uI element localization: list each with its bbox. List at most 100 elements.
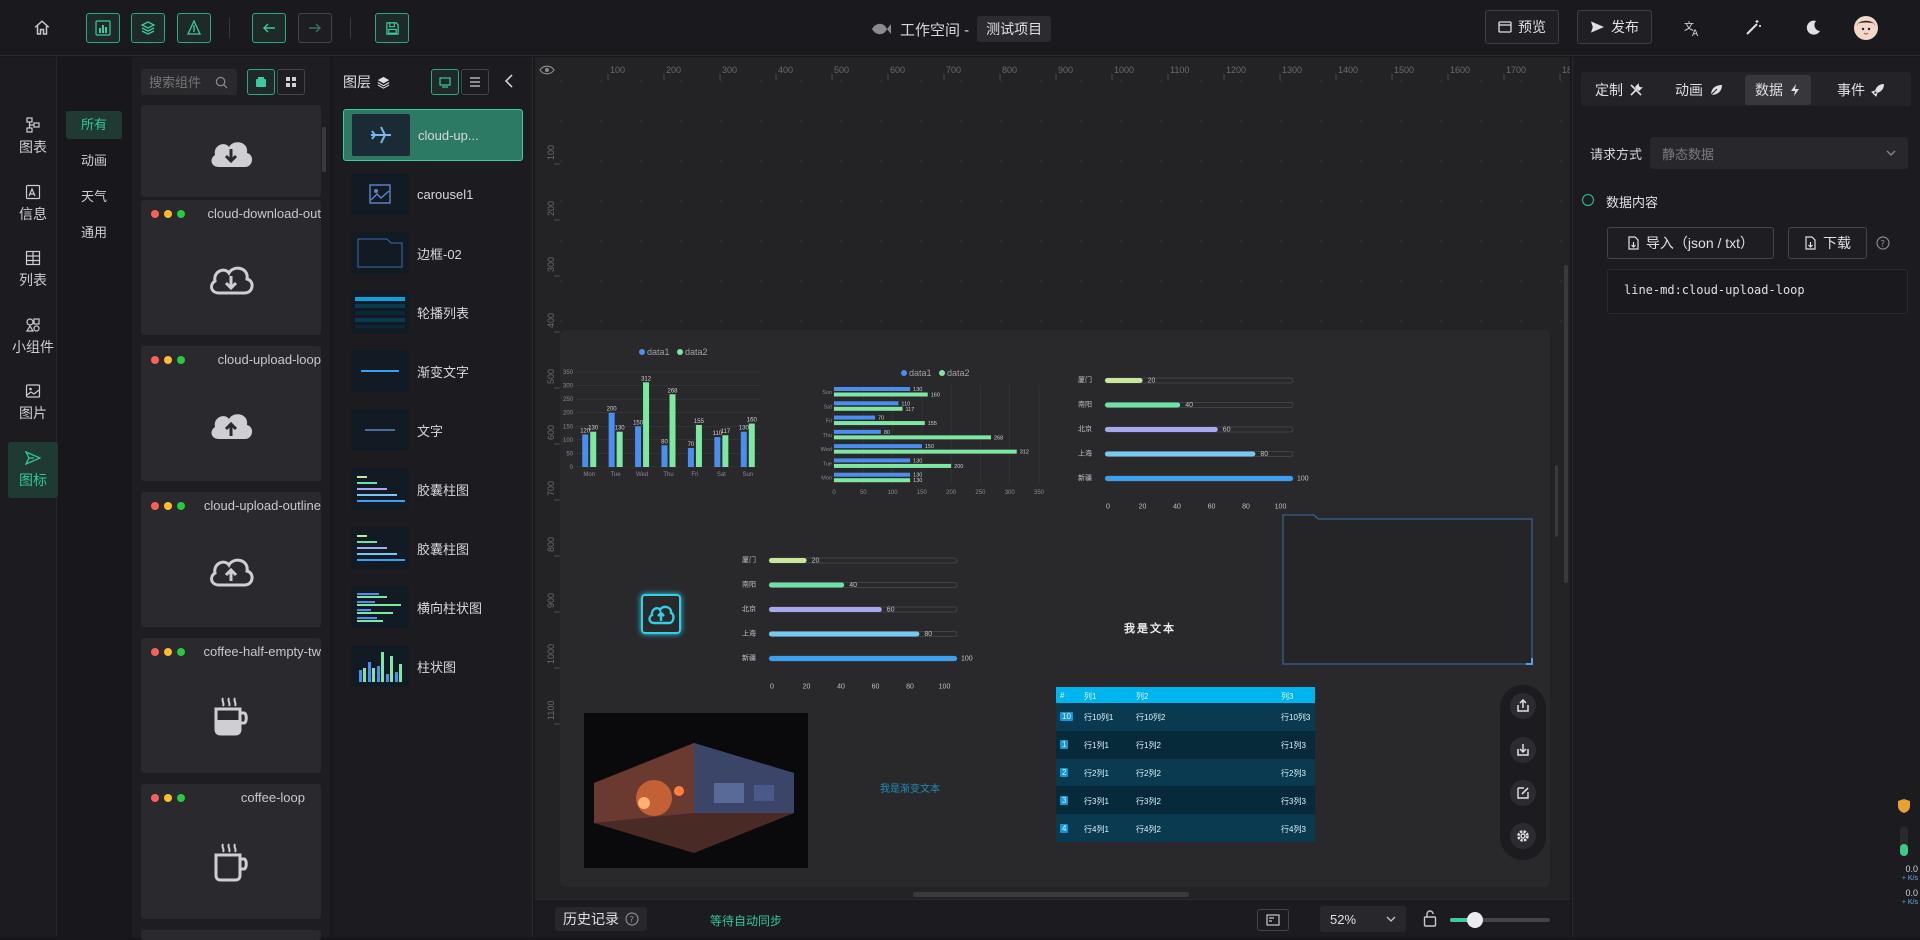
lock-icon[interactable] [1423,909,1437,927]
table-row[interactable]: 1 行1列1 行1列2 行1列3 [1056,730,1315,759]
gradient-text-widget[interactable]: 我是渐变文本 [860,780,960,795]
import-icon[interactable] [1510,737,1536,763]
magic-wand-icon[interactable] [1736,13,1770,43]
carousel-image[interactable] [584,713,808,868]
rail-item-image[interactable]: 图片 [8,375,58,431]
component-card[interactable]: cloud-upload-outline [141,492,321,627]
moon-icon[interactable] [1796,13,1830,43]
tab-data[interactable]: 数据 [1745,75,1811,105]
x-tick-label: 20 [1139,504,1147,511]
y-tick-label: 250 [563,397,574,403]
layers-toggle-button[interactable] [131,13,165,43]
layer-item[interactable]: 轮播列表 [343,286,523,338]
rail-item-icon[interactable]: 图标 [8,442,58,498]
zoom-slider-knob[interactable] [1467,912,1483,928]
tab-customize[interactable]: 定制 [1585,75,1653,105]
undo-button[interactable] [252,13,286,43]
table-row[interactable]: 2 行2列1 行2列2 行2列3 [1056,758,1315,787]
data-label: 312 [1020,450,1029,456]
tab-animation[interactable]: 动画 [1665,75,1733,105]
save-button[interactable] [375,13,409,43]
capsule-chart[interactable]: 厦门 20 南阳 40 北京 60 上海 80 新疆 100 0 20 40 60 80 100 [742,550,987,690]
component-card[interactable]: cloud-upload-loop [141,346,321,481]
board-scrollbar[interactable] [1555,465,1558,537]
text-widget[interactable]: 我是文本 [1100,620,1200,636]
edit-icon[interactable] [1510,780,1536,806]
layer-item[interactable]: 柱状图 [343,640,523,692]
layer-item[interactable]: 胶囊柱图 [343,522,523,574]
border-frame[interactable] [1280,512,1536,667]
zoom-select[interactable]: 52% [1320,906,1406,932]
data-code-editor[interactable]: line-md:cloud-upload-loop [1607,269,1908,314]
scroll-table[interactable]: # 列1 列2 列3 10 行10列1 行10列2 行10列3 1 行1列1 行1列2 行1列3 2 行2… [1056,687,1315,842]
layer-item[interactable]: 边框-02 [343,227,523,279]
minimap-button[interactable] [1257,909,1289,931]
bar-chart[interactable]: data1 data2050100150200250300350120130Mon… [560,342,785,482]
capsule-chart[interactable]: 厦门 20 南阳 40 北京 60 上海 80 新疆 100 0 20 40 60 80 100 [1078,370,1323,510]
subcategory-animation[interactable]: 动画 [66,143,122,179]
zoom-slider[interactable] [1450,912,1550,928]
layer-item[interactable]: 横向柱状图 [343,581,523,633]
import-button[interactable]: 导入（json / txt） [1607,227,1774,259]
subcategory-general[interactable]: 通用 [66,215,122,251]
category-label: 新疆 [742,653,756,662]
component-card-partial[interactable] [141,105,321,197]
tab-events[interactable]: 事件 [1827,75,1895,105]
layer-item[interactable]: 渐变文字 [343,345,523,397]
y-tick-label: 0 [570,465,574,471]
layer-item[interactable]: 文字 [343,404,523,456]
table-row[interactable]: 3 行3列1 行3列2 行3列3 [1056,786,1315,815]
request-method-select[interactable]: 静态数据 [1650,137,1908,169]
config-panel [1572,57,1920,937]
gear-icon[interactable] [1510,823,1536,849]
eye-icon[interactable] [539,64,555,76]
horizontal-bar-chart[interactable]: data1 data2 0 50 100 150 200 250 300 350 130 160 Sun… [812,363,1052,503]
subcategory-all[interactable]: 所有 [66,111,122,139]
grid-view-button[interactable] [277,69,305,95]
component-card[interactable]: coffee-half-empty-tw [141,638,321,773]
image-icon [369,184,391,204]
ruler-label: 1100 [1170,65,1189,75]
redo-button[interactable] [298,13,332,43]
legend-label: data1 [647,347,670,357]
bar [834,458,911,463]
component-card[interactable]: coffee-loop [141,784,321,919]
preview-button[interactable]: 预览 [1485,10,1559,44]
subcategory-weather[interactable]: 天气 [66,179,122,215]
collapse-panel-icon[interactable] [503,74,515,88]
table-row[interactable]: 10 行10列1 行10列2 行10列3 [1056,703,1315,731]
search-box[interactable] [141,69,237,95]
ruler-label: 400 [546,313,556,328]
rail-item-chart[interactable]: 图表 [8,109,58,165]
card-view-button[interactable] [247,69,275,95]
avatar[interactable] [1854,16,1878,40]
table-row[interactable]: 4 行4列1 行4列2 行4列3 [1056,814,1315,842]
search-input[interactable] [149,74,215,90]
download-button[interactable]: 下载 [1788,227,1867,259]
scrollbar[interactable] [322,127,326,172]
rail-item-list[interactable]: 列表 [8,242,58,298]
component-card[interactable]: cloud-download-out [141,200,321,335]
thumbnail-view-button[interactable] [431,69,459,95]
info-image-icon [25,184,41,200]
publish-button[interactable]: 发布 [1577,10,1652,44]
export-icon[interactable] [1510,693,1536,719]
project-name[interactable]: 测试项目 [977,16,1052,42]
rail-item-widget[interactable]: 小组件 [8,309,58,365]
vertical-scrollbar[interactable] [1564,265,1568,583]
config-toggle-button[interactable] [177,13,211,43]
rail-item-info[interactable]: 信息 [8,176,58,232]
layer-item[interactable]: cloud-up... [343,109,523,161]
layer-item[interactable]: 胶囊柱图 [343,463,523,515]
bar [834,429,881,434]
home-icon[interactable] [25,13,59,43]
layer-item[interactable]: carousel1 [343,168,523,220]
help-icon[interactable]: ? [1876,236,1890,250]
list-view-button[interactable] [461,69,489,95]
horizontal-scrollbar[interactable] [913,892,1189,897]
data-label: 117 [721,429,731,435]
translate-icon[interactable]: 文A [1675,13,1709,43]
cloud-upload-icon[interactable] [641,594,681,634]
history-button[interactable]: 历史记录 ? [555,907,647,931]
chart-toggle-button[interactable] [86,13,120,43]
